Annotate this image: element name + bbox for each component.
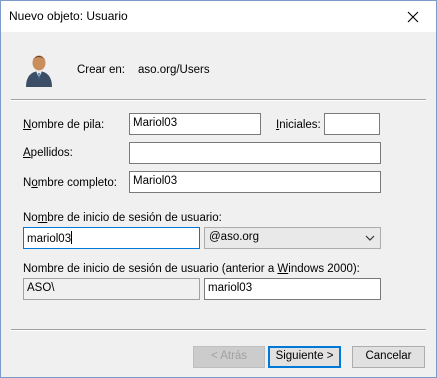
separator-bottom — [11, 329, 426, 331]
chevron-down-icon — [365, 235, 375, 241]
user-icon — [26, 55, 52, 87]
nombre-pila-label: Nombre de pila: — [23, 119, 105, 131]
iniciales-label: Iniciales: — [276, 119, 321, 131]
cancel-button[interactable]: Cancelar — [352, 346, 425, 368]
logon-input-text: mariol03 — [27, 233, 72, 245]
window-title: Nuevo objeto: Usuario — [9, 9, 128, 23]
nombre-pila-label-rest: ombre de pila: — [31, 119, 105, 131]
domain-select[interactable]: @aso.org — [204, 227, 381, 249]
title-bar: Nuevo objeto: Usuario — [1, 1, 436, 32]
logon-input[interactable]: mariol03 — [23, 227, 200, 249]
next-button[interactable]: Siguiente > — [268, 346, 341, 368]
dialog-window: Nuevo objeto: Usuario Crear en: aso.org/… — [0, 0, 437, 378]
nombre-completo-input[interactable]: Mariol03 — [129, 171, 381, 193]
logon-label: Nombre de inicio de sesión de usuario: — [23, 212, 222, 224]
apellidos-label: Apellidos: — [23, 147, 73, 159]
crear-en-label: Crear en: — [77, 64, 125, 76]
domain-select-value: @aso.org — [209, 231, 260, 243]
back-button[interactable]: < Atrás — [193, 346, 265, 368]
pre2000-input[interactable]: mariol03 — [204, 278, 381, 300]
nombre-completo-label: Nombre completo: — [23, 177, 117, 189]
pre2000-label: Nombre de inicio de sesión de usuario (a… — [23, 263, 360, 275]
apellidos-input[interactable] — [129, 142, 381, 164]
pre2000-domain: ASO\ — [23, 278, 200, 300]
separator-top — [11, 99, 426, 101]
close-icon — [407, 11, 419, 22]
close-button[interactable] — [390, 1, 436, 32]
crear-en-value: aso.org/Users — [138, 64, 210, 76]
nombre-pila-input[interactable]: Mariol03 — [129, 113, 261, 135]
iniciales-input[interactable] — [324, 113, 380, 135]
text-caret — [71, 231, 73, 244]
